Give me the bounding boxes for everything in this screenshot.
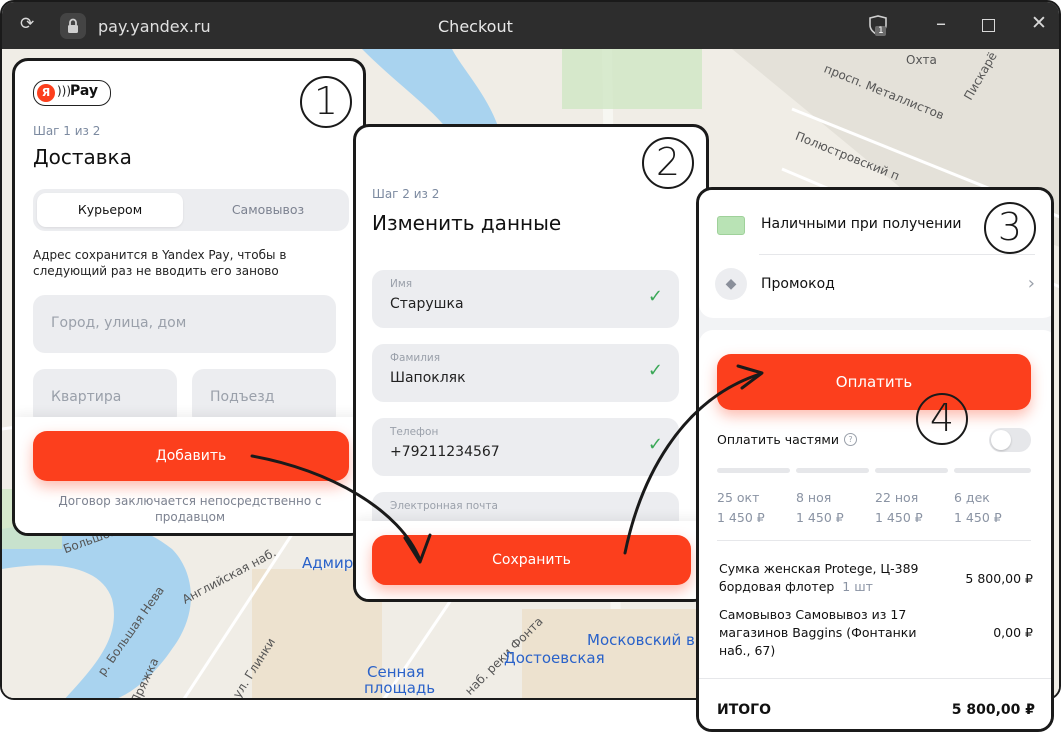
save-button-label: Сохранить xyxy=(492,552,571,568)
order-item-name: Сумка женская Protege, Ц-389 бордовая фл… xyxy=(719,561,919,594)
browser-titlebar: ⟳ pay.yandex.ru Checkout 1 – ✕ xyxy=(2,2,1059,49)
metro-moskovsky: Московский вк xyxy=(587,631,704,649)
order-item-name: Самовывоз Самовывоз из 17 магазинов Bagg… xyxy=(719,607,917,658)
contactless-icon: ))) xyxy=(57,84,72,98)
installments-toggle[interactable] xyxy=(989,428,1031,452)
entrance-placeholder: Подъезд xyxy=(210,389,275,405)
minimize-icon[interactable]: – xyxy=(936,13,946,33)
order-item-price: 5 800,00 ₽ xyxy=(965,571,1033,586)
phone-label: Телефон xyxy=(390,426,439,438)
divider xyxy=(717,540,1031,541)
tab-courier-label: Курьером xyxy=(77,202,143,217)
edit-data-card: Шаг 2 из 2 Изменить данные Имя Старушка … xyxy=(353,124,709,602)
check-icon: ✓ xyxy=(647,360,663,381)
first-name-label: Имя xyxy=(390,278,413,290)
phone-value: +79211234567 xyxy=(390,444,500,460)
installment-bars xyxy=(717,468,1031,474)
info-icon[interactable]: ? xyxy=(844,433,857,446)
pay-logo-text: Pay xyxy=(70,83,99,99)
shield-icon[interactable]: 1 xyxy=(866,14,890,38)
row-divider xyxy=(759,254,1035,255)
edit-data-title: Изменить данные xyxy=(372,211,562,235)
shield-count: 1 xyxy=(878,26,884,36)
order-item-qty: 1 шт xyxy=(842,579,873,594)
promo-row[interactable]: ◆ Промокод › xyxy=(715,266,1035,306)
address-bar-url[interactable]: pay.yandex.ru xyxy=(98,17,211,36)
maximize-icon[interactable] xyxy=(982,19,995,32)
lock-icon xyxy=(60,13,86,39)
reload-icon[interactable]: ⟳ xyxy=(20,16,34,33)
cash-icon xyxy=(717,216,745,235)
chevron-right-icon: › xyxy=(1027,273,1035,294)
payment-method-label: Наличными при получении xyxy=(761,216,962,232)
save-button[interactable]: Сохранить xyxy=(372,535,691,585)
payment-card: Наличными при получении ◆ Промокод › Опл… xyxy=(696,187,1054,732)
installment-schedule: 25 окт 1 450 ₽ 8 ноя 1 450 ₽ 22 ноя 1 450 ₽… xyxy=(717,488,1031,528)
delivery-tabs: Курьером Самовывоз xyxy=(33,189,349,231)
installment-item: 8 ноя 1 450 ₽ xyxy=(796,490,844,525)
address-input[interactable]: Город, улица, дом xyxy=(33,295,336,353)
delivery-card: Я ))) Pay Шаг 1 из 2 Доставка Курьером С… xyxy=(12,58,366,536)
metro-sennaya-2: площадь xyxy=(364,679,436,697)
step-badge-4: 4 xyxy=(916,393,968,445)
step-badge-3: 3 xyxy=(984,202,1036,254)
check-icon: ✓ xyxy=(647,434,663,455)
last-name-value: Шапокляк xyxy=(390,370,466,386)
check-icon: ✓ xyxy=(647,286,663,307)
first-name-field[interactable]: Имя Старушка ✓ xyxy=(372,270,679,328)
order-item: Самовывоз Самовывоз из 17 магазинов Bagg… xyxy=(719,606,1033,664)
installment-bar xyxy=(954,468,1031,473)
installment-bar xyxy=(796,468,869,473)
promo-label: Промокод xyxy=(761,276,835,292)
step-badge-2: 2 xyxy=(642,137,694,189)
last-name-field[interactable]: Фамилия Шапокляк ✓ xyxy=(372,344,679,402)
order-item-price: 0,00 ₽ xyxy=(993,625,1033,640)
add-button-label: Добавить xyxy=(155,448,227,464)
address-hint: Адрес сохранится в Yandex Pay, чтобы в с… xyxy=(33,248,287,278)
delivery-title: Доставка xyxy=(33,145,132,169)
pay-button[interactable]: Оплатить xyxy=(717,354,1031,410)
total-label: ИТОГО xyxy=(717,702,771,718)
pay-button-label: Оплатить xyxy=(835,373,913,391)
installment-item: 25 окт 1 450 ₽ xyxy=(717,490,765,525)
payment-bottom-panel: Оплатить Оплатить частями ? 25 окт 1 450 … xyxy=(699,330,1051,729)
total-value: 5 800,00 ₽ xyxy=(951,702,1035,718)
map-label-okhta: Охта xyxy=(906,53,937,67)
tab-pickup[interactable]: Самовывоз xyxy=(193,193,343,227)
window-title: Checkout xyxy=(438,17,513,36)
installment-bar xyxy=(875,468,948,473)
yandex-pay-logo: Я ))) Pay xyxy=(33,80,111,106)
installment-item: 6 дек 1 450 ₽ xyxy=(954,490,1002,525)
add-button[interactable]: Добавить xyxy=(33,431,349,481)
step-indicator: Шаг 1 из 2 xyxy=(33,124,101,138)
first-name-value: Старушка xyxy=(390,296,464,312)
address-placeholder: Город, улица, дом xyxy=(51,315,187,331)
divider xyxy=(699,678,1051,679)
toggle-knob xyxy=(991,430,1011,450)
apartment-placeholder: Квартира xyxy=(51,389,122,405)
tag-icon: ◆ xyxy=(715,268,747,300)
installments-row: Оплатить частями ? xyxy=(717,428,1031,454)
order-item: Сумка женская Protege, Ц-389 бордовая фл… xyxy=(719,560,1033,600)
installment-bar xyxy=(717,468,790,473)
last-name-label: Фамилия xyxy=(390,352,441,364)
step-badge-1: 1 xyxy=(300,76,352,128)
phone-field[interactable]: Телефон +79211234567 ✓ xyxy=(372,418,679,476)
tab-pickup-label: Самовывоз xyxy=(231,202,305,217)
close-icon[interactable]: ✕ xyxy=(1031,14,1047,33)
installment-item: 22 ноя 1 450 ₽ xyxy=(875,490,923,525)
contract-note: Договор заключается непосредственно с пр… xyxy=(58,494,322,524)
installments-label: Оплатить частями xyxy=(717,432,839,447)
yandex-logo-icon: Я xyxy=(37,84,55,102)
metro-dostoevskaya: Достоевская xyxy=(504,649,605,667)
email-label: Электронная почта xyxy=(390,500,498,512)
tab-courier[interactable]: Курьером xyxy=(37,193,183,227)
step-indicator-2: Шаг 2 из 2 xyxy=(372,187,440,201)
